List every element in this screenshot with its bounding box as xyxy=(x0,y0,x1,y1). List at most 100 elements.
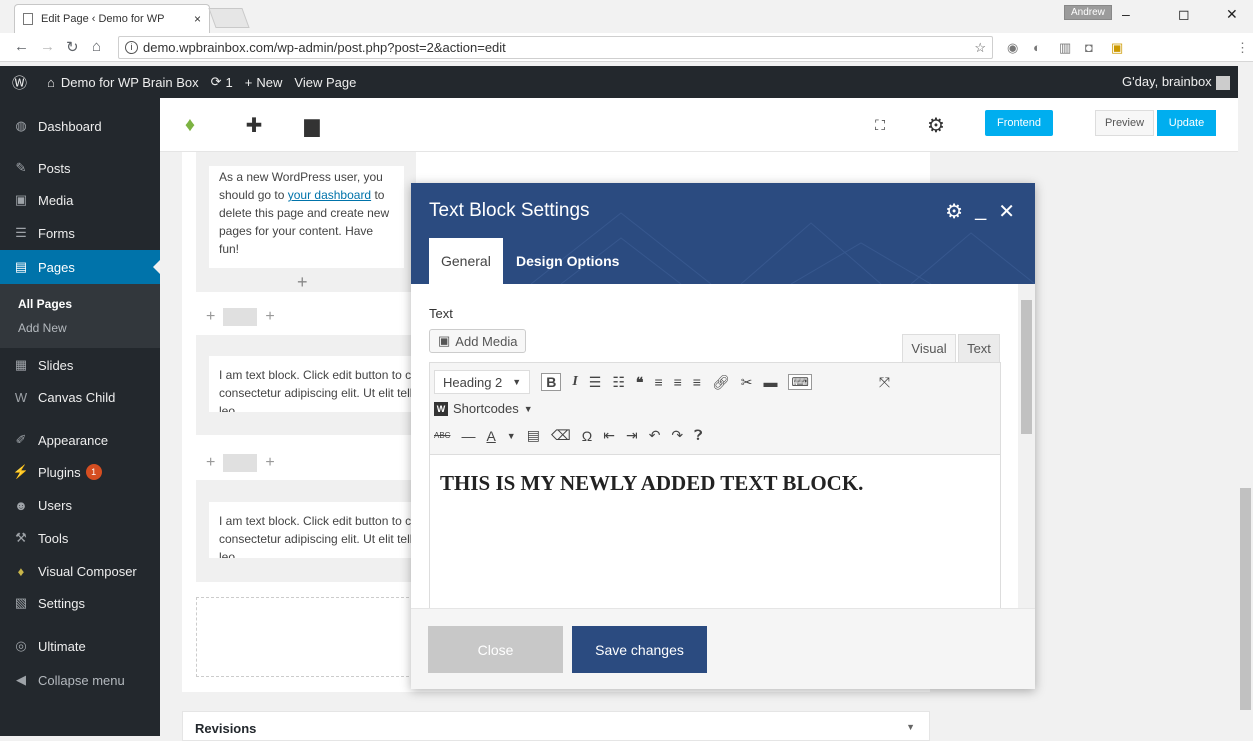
blockquote-icon[interactable]: ❝ xyxy=(636,374,644,391)
clear-formatting-icon[interactable]: ⌫ xyxy=(551,427,571,444)
align-center-icon[interactable]: ≡ xyxy=(674,374,682,390)
page-scrollbar-thumb[interactable] xyxy=(1240,488,1251,710)
sidebar-item-tools[interactable]: ⚒ Tools xyxy=(0,522,160,554)
empty-row-placeholder[interactable] xyxy=(196,597,414,677)
row-layout-icon[interactable] xyxy=(223,308,258,326)
add-media-button[interactable]: ▣ Add Media xyxy=(429,329,527,353)
wordpress-logo-icon[interactable]: Ⓦ xyxy=(12,72,27,93)
frontend-button[interactable]: Frontend xyxy=(985,110,1053,136)
sidebar-item-users[interactable]: ☻ Users xyxy=(0,489,160,521)
forward-arrow-icon[interactable]: → xyxy=(40,38,55,55)
toolbar-toggle-icon[interactable]: ⌨ xyxy=(788,374,812,390)
tab-close-icon[interactable]: × xyxy=(194,12,201,26)
account-menu[interactable]: G'day, brainbox xyxy=(1122,74,1230,90)
indent-icon[interactable]: ⇥ xyxy=(626,427,638,444)
restore-button[interactable]: ◻ xyxy=(1178,6,1190,23)
move-row-icon[interactable]: + xyxy=(206,308,215,326)
sidebar-item-plugins[interactable]: ⚡ Plugins 1 xyxy=(0,456,160,488)
paste-text-icon[interactable]: ▤ xyxy=(527,427,540,444)
move-row-icon[interactable]: + xyxy=(206,454,215,472)
submenu-add-new[interactable]: Add New xyxy=(18,321,67,335)
undo-icon[interactable]: ↶ xyxy=(649,427,661,444)
collapse-menu-button[interactable]: ◀ Collapse menu xyxy=(0,664,160,696)
add-element-icon[interactable]: ✚ xyxy=(228,98,280,152)
numbered-list-icon[interactable]: ☷ xyxy=(612,374,625,391)
text-block-card[interactable]: I am text block. Click edit button to ch… xyxy=(209,356,429,412)
bookmark-star-icon[interactable]: ☆ xyxy=(974,40,986,56)
sidebar-item-settings[interactable]: ▧ Settings xyxy=(0,587,160,619)
view-page-link[interactable]: View Page xyxy=(294,75,356,90)
bullet-list-icon[interactable]: ☰ xyxy=(589,374,602,391)
camera-extension-icon[interactable]: ◉ xyxy=(1007,40,1018,56)
extension-icon[interactable]: ▣ xyxy=(1111,40,1123,56)
tab-general[interactable]: General xyxy=(429,238,503,284)
update-button[interactable]: Update xyxy=(1157,110,1216,136)
preview-button[interactable]: Preview xyxy=(1095,110,1154,136)
site-info-icon[interactable]: i xyxy=(125,41,138,54)
updates-count[interactable]: 1 xyxy=(226,75,233,90)
submenu-all-pages[interactable]: All Pages xyxy=(18,297,72,311)
italic-icon[interactable]: I xyxy=(572,374,577,390)
profile-button[interactable]: Andrew xyxy=(1064,5,1112,20)
chevron-down-icon[interactable]: ▼ xyxy=(507,431,516,441)
fullscreen-icon[interactable]: ⤧ xyxy=(879,374,890,391)
save-changes-button[interactable]: Save changes xyxy=(572,626,707,673)
sidebar-item-canvas-child[interactable]: W Canvas Child xyxy=(0,381,160,413)
back-arrow-icon[interactable]: ← xyxy=(14,38,29,55)
new-link[interactable]: New xyxy=(256,75,282,90)
editor-content[interactable]: THIS IS MY NEWLY ADDED TEXT BLOCK. xyxy=(440,471,863,496)
sidebar-item-ultimate[interactable]: ◎ Ultimate xyxy=(0,630,160,662)
close-button[interactable]: Close xyxy=(428,626,563,673)
text-block-card[interactable]: I am text block. Click edit button to ch… xyxy=(209,502,429,558)
shortcodes-dropdown[interactable]: W Shortcodes ▼ xyxy=(434,401,533,416)
editor-tab-text[interactable]: Text xyxy=(958,334,1000,362)
horizontal-line-icon[interactable]: — xyxy=(461,428,475,444)
site-name-link[interactable]: Demo for WP Brain Box xyxy=(61,75,199,90)
editor-tab-visual[interactable]: Visual xyxy=(902,334,956,362)
templates-icon[interactable]: ▆ xyxy=(286,98,338,152)
outdent-icon[interactable]: ⇤ xyxy=(603,427,615,444)
vc-logo-icon[interactable]: ♦ xyxy=(164,98,216,152)
sidebar-item-visual-composer[interactable]: ♦ Visual Composer xyxy=(0,555,160,587)
modal-scrollbar-thumb[interactable] xyxy=(1021,300,1032,434)
sidebar-item-appearance[interactable]: ✐ Appearance xyxy=(0,424,160,456)
align-right-icon[interactable]: ≡ xyxy=(693,374,701,390)
bold-icon[interactable]: B xyxy=(541,373,562,391)
special-character-icon[interactable]: Ω xyxy=(582,428,592,444)
page-settings-gear-icon[interactable]: ⚙ xyxy=(910,98,962,152)
gear-icon[interactable]: ⚙ xyxy=(945,199,963,224)
link-icon[interactable]: 🔗︎ xyxy=(712,374,730,391)
add-column-icon[interactable]: + xyxy=(265,454,274,472)
add-element-plus-icon[interactable]: + xyxy=(297,272,308,293)
sidebar-item-dashboard[interactable]: ◍ Dashboard xyxy=(0,110,160,142)
sidebar-item-pages[interactable]: ▤ Pages xyxy=(0,250,161,284)
help-icon[interactable]: ❓︎ xyxy=(694,427,702,444)
caret-down-icon[interactable]: ▼ xyxy=(906,722,915,732)
strikethrough-icon[interactable]: ABC xyxy=(434,431,450,440)
extension-icon[interactable]: ◘ xyxy=(1085,40,1093,55)
sidebar-item-posts[interactable]: ✎ Posts xyxy=(0,152,160,184)
text-block-card[interactable]: As a new WordPress user, you should go t… xyxy=(209,166,404,268)
align-left-icon[interactable]: ≡ xyxy=(654,374,662,390)
text-color-icon[interactable]: A xyxy=(486,428,495,444)
close-icon[interactable]: ✕ xyxy=(998,199,1015,224)
format-select[interactable]: Heading 2 ▼ xyxy=(434,370,531,394)
window-close-button[interactable]: ✕ xyxy=(1226,6,1238,23)
browser-tab[interactable]: Edit Page ‹ Demo for WP × xyxy=(14,4,210,33)
extension-icon[interactable]: ▥ xyxy=(1059,40,1071,56)
minimize-icon[interactable]: _ xyxy=(975,199,986,224)
fullscreen-icon[interactable]: ⛶ xyxy=(854,98,906,152)
menu-dots-icon[interactable]: ⋮ xyxy=(1236,40,1249,56)
read-more-icon[interactable]: ▬ xyxy=(763,374,777,390)
revisions-panel[interactable]: Revisions ▼ xyxy=(182,711,930,741)
row-layout-icon[interactable] xyxy=(223,454,258,472)
extension-icon[interactable]: ◐ xyxy=(1033,40,1041,55)
reload-icon[interactable]: ↻ xyxy=(66,38,79,56)
new-tab-button[interactable] xyxy=(208,8,250,28)
tab-design-options[interactable]: Design Options xyxy=(504,238,631,284)
sidebar-item-media[interactable]: ▣ Media xyxy=(0,184,160,216)
add-column-icon[interactable]: + xyxy=(265,308,274,326)
home-icon[interactable]: ⌂ xyxy=(92,38,101,55)
address-bar[interactable]: i demo.wpbrainbox.com/wp-admin/post.php?… xyxy=(118,36,993,59)
minimize-button[interactable]: – xyxy=(1122,6,1130,22)
